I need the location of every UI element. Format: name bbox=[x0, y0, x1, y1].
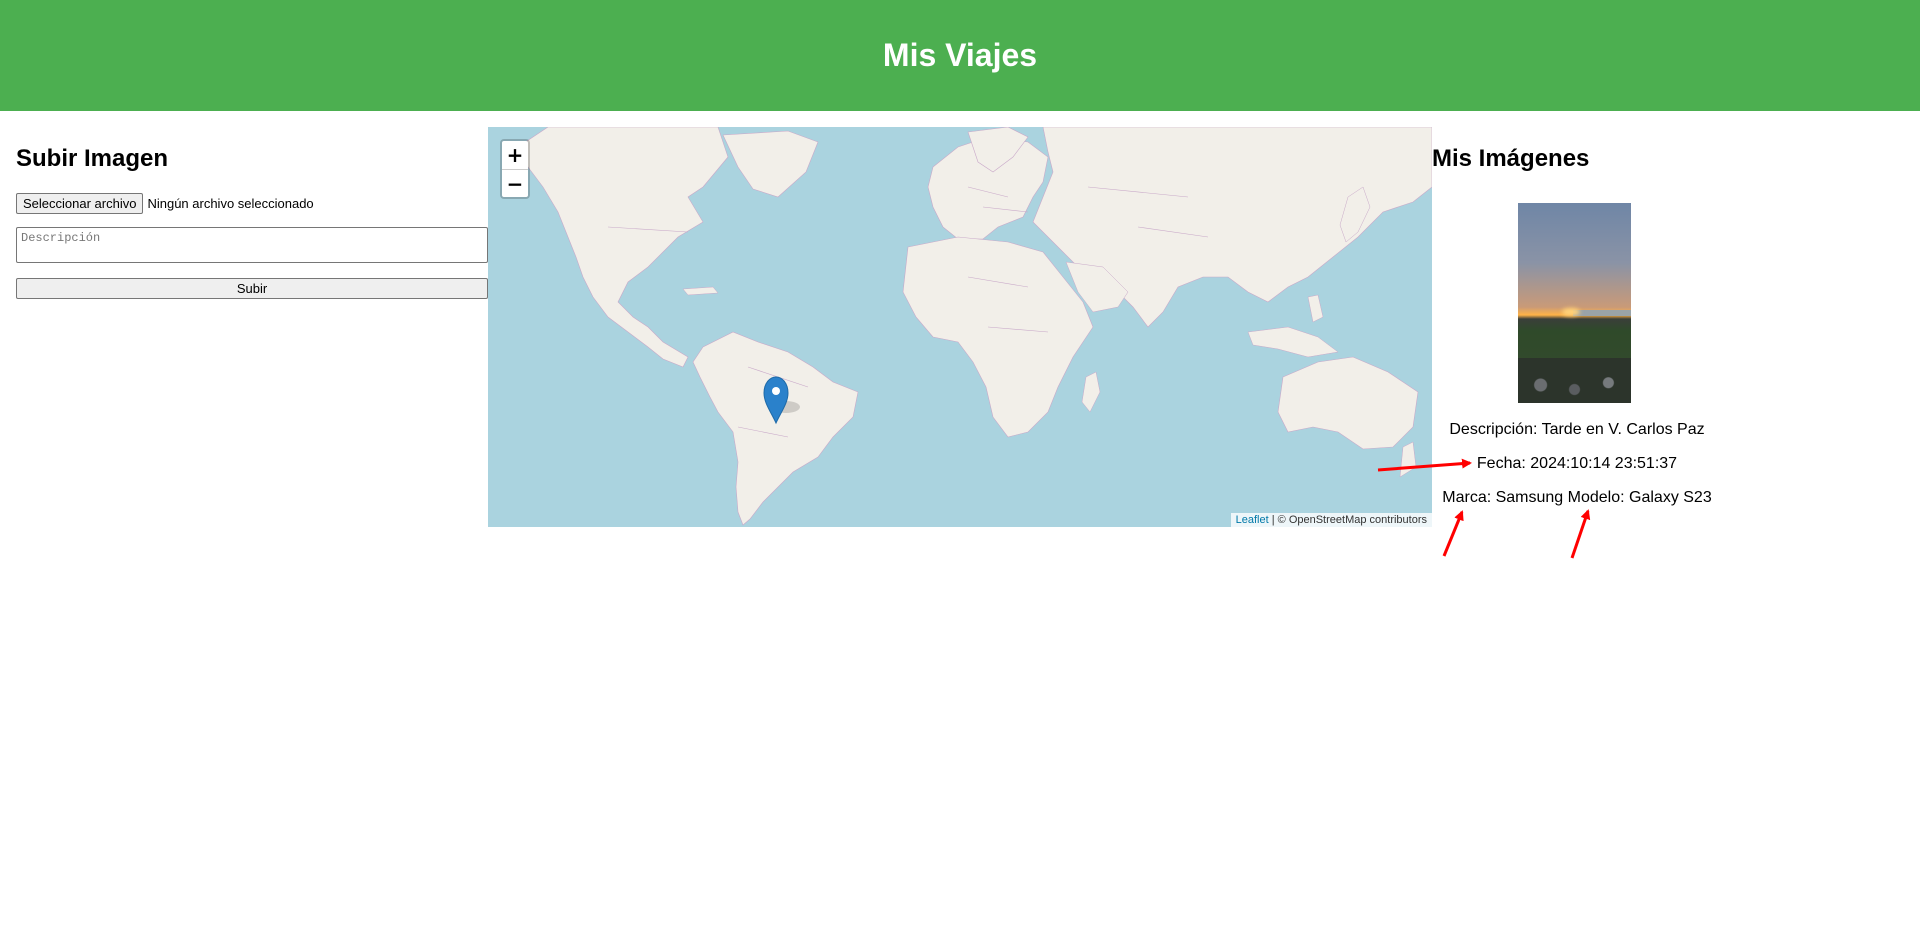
photo-sun bbox=[1562, 308, 1580, 316]
image-device: Marca: Samsung Modelo: Galaxy S23 bbox=[1432, 489, 1722, 507]
app-header: Mis Viajes bbox=[0, 0, 1920, 111]
description-label: Descripción: bbox=[1449, 421, 1542, 438]
photo-water bbox=[1573, 310, 1631, 316]
arrow-to-brand bbox=[1442, 510, 1464, 557]
map-tiles bbox=[517, 127, 1432, 526]
description-input[interactable] bbox=[16, 227, 488, 263]
zoom-control: + − bbox=[500, 139, 530, 199]
arrow-to-model bbox=[1570, 509, 1591, 559]
image-date: Fecha: 2024:10:14 23:51:37 bbox=[1432, 455, 1722, 473]
date-label: Fecha: bbox=[1476, 455, 1531, 472]
select-file-button[interactable]: Seleccionar archivo bbox=[16, 193, 144, 214]
zoom-out-button[interactable]: − bbox=[502, 169, 528, 197]
image-description: Descripción: Tarde en V. Carlos Paz bbox=[1432, 421, 1722, 439]
brand-label: Marca: bbox=[1442, 489, 1496, 506]
model-label: Modelo: bbox=[1563, 489, 1630, 506]
images-title: Mis Imágenes bbox=[1432, 145, 1590, 172]
map-attribution: Leaflet | © OpenStreetMap contributors bbox=[1230, 513, 1432, 527]
upload-panel: Subir Imagen Seleccionar archivo Ningún … bbox=[16, 127, 488, 299]
page-title: Mis Viajes bbox=[882, 37, 1038, 73]
file-picker: Seleccionar archivo Ningún archivo selec… bbox=[16, 193, 488, 214]
sunset-photo[interactable] bbox=[1518, 203, 1631, 403]
zoom-in-button[interactable]: + bbox=[502, 141, 528, 169]
brand-value: Samsung bbox=[1495, 489, 1564, 506]
upload-title: Subir Imagen bbox=[16, 145, 169, 172]
model-value: Galaxy S23 bbox=[1629, 489, 1712, 506]
leaflet-link[interactable]: Leaflet bbox=[1236, 514, 1269, 526]
date-value: 2024:10:14 23:51:37 bbox=[1530, 455, 1678, 472]
images-panel: Mis Imágenes Descripción: Tarde en V. Ca… bbox=[1432, 127, 1722, 506]
file-status: Ningún archivo seleccionado bbox=[147, 196, 314, 211]
attribution-separator: | © bbox=[1268, 514, 1289, 526]
description-value: Tarde en V. Carlos Paz bbox=[1541, 421, 1705, 438]
photo-rocks bbox=[1518, 358, 1631, 403]
world-map[interactable]: + − Leaflet | © OpenStreetMap contributo… bbox=[488, 127, 1432, 527]
attribution-text[interactable]: OpenStreetMap contributors bbox=[1289, 514, 1427, 526]
submit-button[interactable]: Subir bbox=[16, 278, 488, 299]
